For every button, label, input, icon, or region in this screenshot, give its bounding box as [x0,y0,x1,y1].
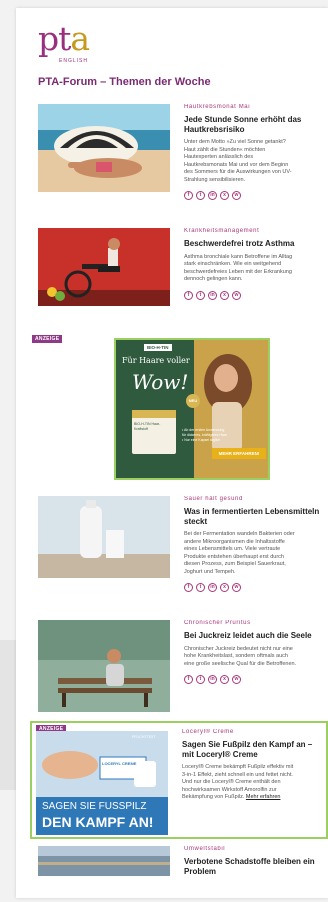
share-row: f t in x w [184,290,328,300]
article-teaser: Asthma bronchiale kann Betroffene im All… [184,253,293,283]
article-headline[interactable]: Jede Stunde Sonne erhöht das Hautkrebsris… [184,115,328,134]
article-text: Sauer hält gesund Was in fermentierten L… [184,496,328,592]
ad-product: BIO-H-TIN Haar-Kraftstoff [134,422,161,431]
article-fermentation[interactable]: Sauer hält gesund Was in fermentierten L… [38,496,328,616]
linkedin-icon[interactable]: in [208,290,217,300]
twitter-icon[interactable]: t [196,290,205,300]
whatsapp-icon[interactable]: w [232,191,241,200]
whatsapp-icon[interactable]: w [232,583,241,592]
xing-icon[interactable]: x [220,290,229,300]
pta-logo[interactable]: pta ENGLISH [38,22,98,68]
ad-block-loceryl[interactable]: ANZEIGE PFLICHTTEXT LOCERYL CREME SAGEN … [30,721,328,839]
facebook-icon[interactable]: f [184,675,193,684]
article-asthma[interactable]: Krankheitsmanagement Beschwerdefrei trot… [38,228,328,338]
article-image-beach[interactable] [38,104,170,192]
article-text: Krankheitsmanagement Beschwerdefrei trot… [184,228,328,300]
article-schadstoffe[interactable]: Umweltstabil Verbotene Schadstoffe bleib… [38,846,328,896]
share-row: f t in x w [184,675,328,684]
ad-banner-bottom: DEN KAMPF AN! [42,814,154,830]
article-kicker: Hautkrebsmonat Mai [184,104,251,110]
facebook-icon[interactable]: f [184,191,193,200]
article-text: Chronischer Pruritus Bei Juckreiz leidet… [184,620,328,684]
xing-icon[interactable]: x [220,191,229,200]
article-kicker: Loceryl® Creme [182,729,234,735]
ad-banner-biotin[interactable]: BIO-H-TIN Für Haare voller Wow! NEU BIO-… [114,338,270,480]
article-kicker: Chronischer Pruritus [184,620,251,626]
logo-wordmark: pta [38,19,90,58]
share-row: f t in x w [184,191,328,200]
whatsapp-icon[interactable]: w [232,675,241,684]
whatsapp-icon[interactable]: w [232,290,241,300]
logo-subtitle: ENGLISH [59,58,88,64]
facebook-icon[interactable]: f [184,583,193,592]
twitter-icon[interactable]: t [196,675,205,684]
ad-banner-top: SAGEN SIE FUSSPILZ [42,801,147,812]
article-kicker: Krankheitsmanagement [184,228,260,234]
ad-cta-button[interactable]: MEHR ERFAHREN! [212,448,266,459]
facebook-icon[interactable]: f [184,290,193,300]
article-headline[interactable]: Verbotene Schadstoffe bleiben ein Problem [184,857,328,876]
ad-pflicht: PFLICHTTEXT [132,735,156,739]
article-image-bike[interactable] [38,228,170,306]
ad-label: ANZEIGE [32,335,63,343]
article-kicker: Umweltstabil [184,846,226,852]
article-headline[interactable]: Sagen Sie Fußpilz den Kampf an – mit Loce… [182,740,326,759]
linkedin-icon[interactable]: in [208,191,217,200]
ad-wow: Wow! [132,370,189,394]
ad-banner-loceryl[interactable]: PFLICHTTEXT LOCERYL CREME SAGEN SIE FUSS… [36,731,168,835]
ad-bullets: • Ab der ersten Anwendung für dickeres, … [182,428,227,442]
article-text: Umweltstabil Verbotene Schadstoffe bleib… [184,846,328,881]
article-kicker: Sauer hält gesund [184,496,243,502]
twitter-icon[interactable]: t [196,583,205,592]
article-image-water[interactable] [38,846,170,876]
share-row: f t in x w [184,583,328,592]
article-headline[interactable]: Bei Juckreiz leidet auch die Seele [184,631,328,641]
article-image-bench[interactable] [38,620,170,712]
article-teaser: Chronischer Juckreiz bedeutet nicht nur … [184,645,297,667]
page-title: PTA-Forum – Themen der Woche [38,76,211,88]
ad-tagline: Für Haare voller [122,356,190,365]
xing-icon[interactable]: x [220,675,229,684]
newsletter-sheet: pta ENGLISH PTA-Forum – Themen der Woche… [16,8,328,898]
ad-badge: NEU [186,394,200,408]
article-pruritus[interactable]: Chronischer Pruritus Bei Juckreiz leidet… [38,620,328,716]
article-image-milk[interactable] [38,496,170,578]
article-teaser: Unter dem Motto »Zu viel Sonne getankt? H… [184,139,292,183]
twitter-icon[interactable]: t [196,191,205,200]
ad-product-label: LOCERYL CREME [102,761,137,766]
article-text: Hautkrebsmonat Mai Jede Stunde Sonne erh… [184,104,328,200]
article-text: Loceryl® Creme Sagen Sie Fußpilz den Kam… [182,729,326,802]
article-teaser: Loceryl® Creme bekämpft Fußpilz effektiv… [182,764,294,800]
linkedin-icon[interactable]: in [208,583,217,592]
linkedin-icon[interactable]: in [208,675,217,684]
ad-brand: BIO-H-TIN [144,344,172,351]
article-teaser: Bei der Fermentation wandeln Bakterien o… [184,531,295,575]
article-hautkrebs[interactable]: Hautkrebsmonat Mai Jede Stunde Sonne erh… [38,104,328,232]
xing-icon[interactable]: x [220,583,229,592]
article-headline[interactable]: Was in fermentierten Lebensmitteln steckt [184,507,328,526]
article-headline[interactable]: Beschwerdefrei trotz Asthma [184,239,328,249]
more-link[interactable]: Mehr erfahren [246,794,281,800]
